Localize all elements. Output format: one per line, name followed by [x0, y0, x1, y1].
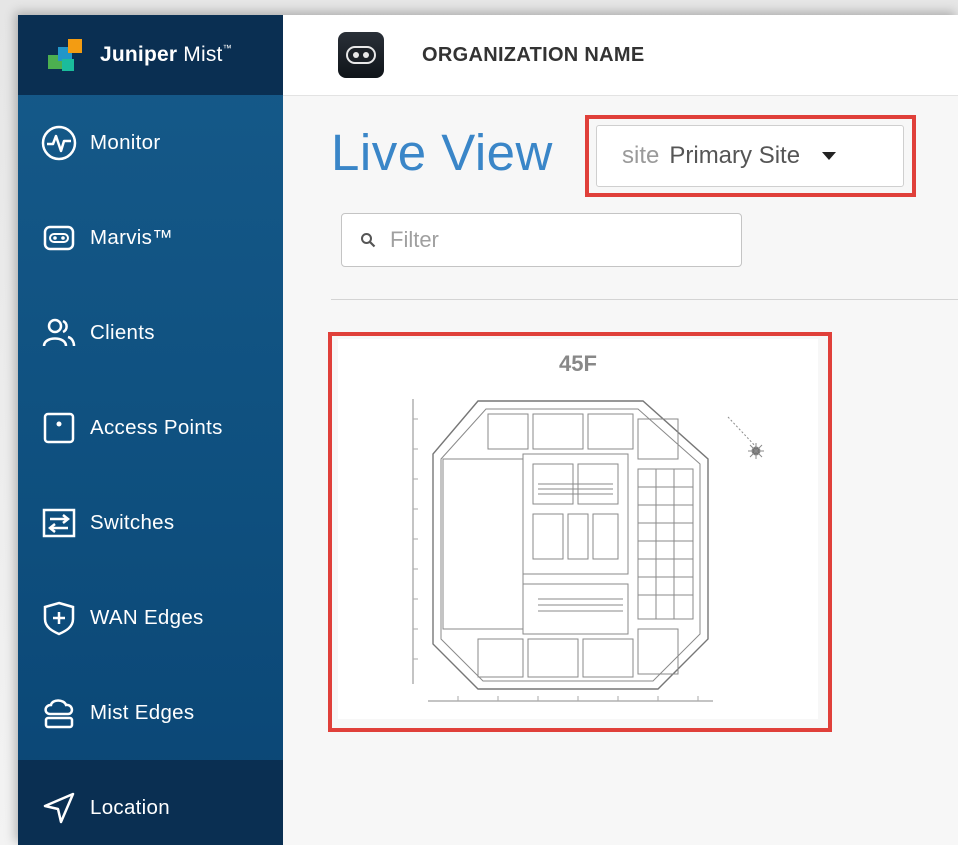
sidebar-item-location[interactable]: Location [18, 760, 283, 845]
sidebar-item-label: Switches [90, 510, 175, 534]
sidebar-item-marvis[interactable]: Marvis™ [18, 190, 283, 285]
site-selector-dropdown[interactable]: site Primary Site [596, 125, 904, 187]
org-name[interactable]: ORGANIZATION NAME [422, 44, 645, 67]
sidebar-item-label: Marvis™ [90, 225, 173, 249]
sidebar-item-label: Monitor [90, 130, 161, 154]
monitor-icon [38, 122, 80, 164]
divider [331, 299, 958, 300]
marvis-icon [38, 217, 80, 259]
brand-name: Juniper Mist™ [100, 43, 232, 66]
site-selector-prefix: site [622, 142, 660, 169]
sidebar-item-label: Location [90, 795, 170, 819]
site-selector-value: Primary Site [669, 142, 801, 169]
sidebar-item-wan-edges[interactable]: WAN Edges [18, 570, 283, 665]
org-avatar[interactable] [338, 32, 384, 78]
switches-icon [38, 502, 80, 544]
location-icon [38, 787, 80, 829]
juniper-logo-icon [48, 37, 90, 73]
app-window: Juniper Mist™ Monitor Marvis™ Clients Ac… [18, 15, 958, 845]
sidebar-item-label: Clients [90, 320, 155, 344]
top-bar: ORGANIZATION NAME [283, 15, 958, 96]
screenshot-frame: Juniper Mist™ Monitor Marvis™ Clients Ac… [0, 0, 958, 845]
sidebar-item-mist-edges[interactable]: Mist Edges [18, 665, 283, 760]
sidebar-item-label: WAN Edges [90, 605, 204, 629]
sidebar-item-label: Access Points [90, 415, 223, 439]
floor-plan-image [412, 399, 764, 702]
sidebar-item-switches[interactable]: Switches [18, 475, 283, 570]
sidebar: Juniper Mist™ Monitor Marvis™ Clients Ac… [18, 15, 283, 845]
sidebar-item-label: Mist Edges [90, 700, 195, 724]
access-point-icon [38, 407, 80, 449]
page-title: Live View [331, 124, 553, 181]
filter-input[interactable] [388, 226, 712, 254]
wan-edge-icon [38, 597, 80, 639]
search-icon [360, 232, 376, 248]
sidebar-item-clients[interactable]: Clients [18, 285, 283, 380]
sidebar-item-access-points[interactable]: Access Points [18, 380, 283, 475]
clients-icon [38, 312, 80, 354]
chevron-down-icon [822, 152, 837, 160]
org-robot-icon [346, 46, 376, 64]
mist-edge-icon [38, 692, 80, 734]
brand-logo[interactable]: Juniper Mist™ [18, 15, 283, 95]
filter-field[interactable] [341, 213, 742, 267]
map-card-45f[interactable]: 45F [338, 339, 818, 719]
sidebar-item-monitor[interactable]: Monitor [18, 95, 283, 190]
